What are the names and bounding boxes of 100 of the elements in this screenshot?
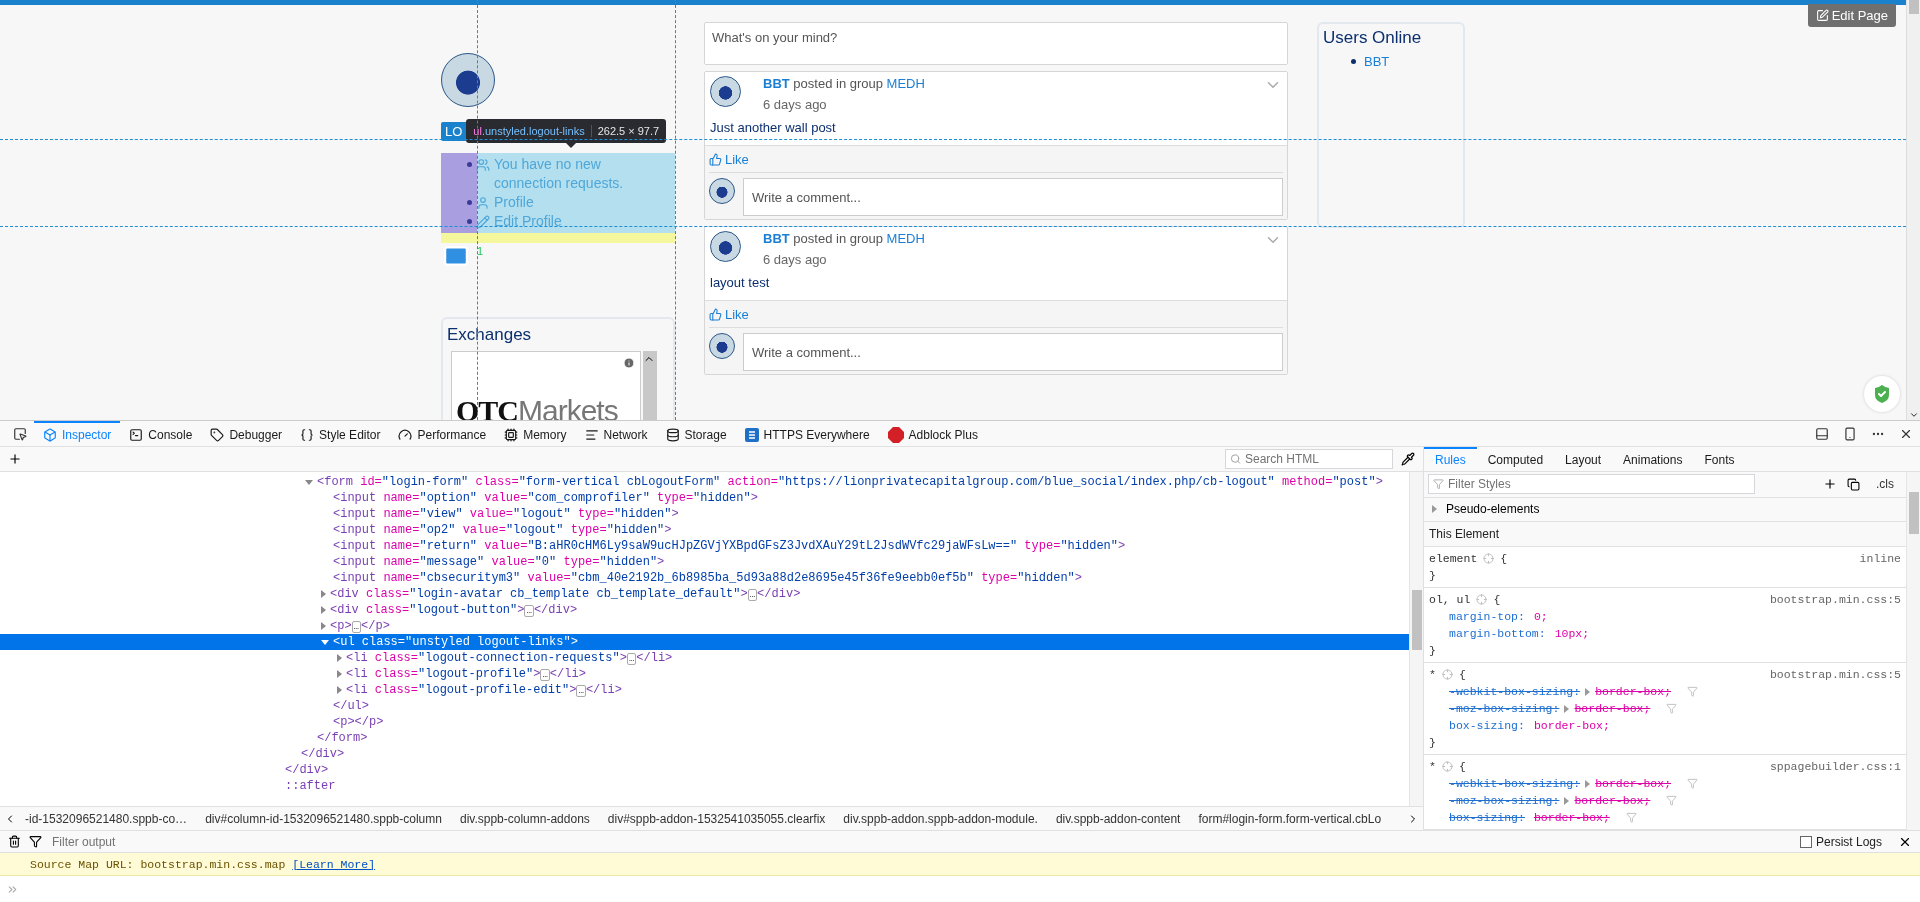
user-link[interactable]: BBT xyxy=(1364,54,1390,69)
css-value[interactable]: 0; xyxy=(1533,610,1548,623)
css-value[interactable]: border-box; xyxy=(1595,777,1672,790)
css-source-link[interactable]: inline xyxy=(1859,552,1901,565)
filter-output-field[interactable]: Filter output xyxy=(50,833,350,850)
filter-icon xyxy=(1433,478,1444,490)
add-icon[interactable] xyxy=(8,452,22,466)
css-property[interactable]: -moz-box-sizing: xyxy=(1449,794,1560,807)
breadcrumb[interactable]: div.sppb-addon-content xyxy=(1046,811,1190,826)
info-icon[interactable] xyxy=(623,357,635,369)
security-badge[interactable] xyxy=(1864,376,1900,412)
logout-button[interactable]: LO xyxy=(441,121,467,141)
sidebar-tab[interactable]: Layout xyxy=(1554,447,1613,471)
persist-logs-option[interactable]: Persist Logs xyxy=(1799,834,1882,849)
crosshair-icon[interactable] xyxy=(1441,761,1453,772)
author-link[interactable]: BBT xyxy=(763,76,790,91)
css-value[interactable]: border-box; xyxy=(1574,702,1651,715)
css-value[interactable]: border-box; xyxy=(1595,685,1672,698)
scrollbar[interactable] xyxy=(1906,0,1920,420)
mail-icon[interactable] xyxy=(443,243,469,269)
pseudo-elements-toggle[interactable]: Pseudo-elements xyxy=(1424,497,1906,523)
css-source-link[interactable]: sppagebuilder.css:1 xyxy=(1769,760,1901,773)
markup-text: </div> xyxy=(285,763,329,777)
expand-triangle-icon[interactable] xyxy=(1564,704,1570,713)
breadcrumb[interactable]: form#login-form.form-vertical.cbLo xyxy=(1189,811,1391,826)
breadcrumb[interactable]: div.sppb-addon.sppb-addon-module. xyxy=(834,811,1047,826)
group-link[interactable]: MEDH xyxy=(886,76,925,91)
sidebar-tab[interactable]: Computed xyxy=(1476,447,1555,471)
database-icon xyxy=(665,427,680,442)
css-property[interactable]: -webkit-box-sizing: xyxy=(1449,685,1581,698)
scroll-down-icon[interactable] xyxy=(1908,410,1919,420)
add-icon[interactable] xyxy=(1823,477,1837,492)
devtools-tab[interactable]: HTTPS Everywhere xyxy=(735,421,879,446)
css-value[interactable]: border-box; xyxy=(1533,811,1610,824)
breadcrumb[interactable]: div#sppb-addon-1532541035055.clearfix xyxy=(598,811,835,826)
scroll-thumb[interactable] xyxy=(1411,590,1422,650)
css-property[interactable]: margin-bottom: xyxy=(1449,627,1546,640)
group-link[interactable]: MEDH xyxy=(886,231,925,246)
expanded-triangle-icon[interactable] xyxy=(305,479,313,485)
devtools-tab[interactable]: Network xyxy=(575,421,657,446)
like-link[interactable]: Like xyxy=(709,305,1283,328)
devtools-tab[interactable]: Storage xyxy=(656,421,736,446)
filter-field[interactable]: Filter Styles xyxy=(1428,474,1755,495)
css-source-link[interactable]: bootstrap.min.css:5 xyxy=(1769,668,1901,681)
sidebar-tab[interactable]: Fonts xyxy=(1693,447,1746,471)
user-icon xyxy=(476,196,490,210)
css-value[interactable]: border-box; xyxy=(1574,794,1651,807)
css-property[interactable]: box-sizing: xyxy=(1449,811,1525,824)
css-selector: element xyxy=(1429,552,1478,565)
copy-icon[interactable] xyxy=(1847,477,1860,491)
css-property[interactable]: -webkit-box-sizing: xyxy=(1449,777,1581,790)
status-field[interactable]: What's on your mind? xyxy=(704,22,1288,65)
breadcrumb[interactable]: -id-1532096521480.sppb-co… xyxy=(16,811,197,826)
sidebar-tab[interactable]: Animations xyxy=(1612,447,1694,471)
card-title: Users Online xyxy=(1323,27,1423,49)
scroll-thumb[interactable] xyxy=(1908,0,1919,14)
crosshair-icon[interactable] xyxy=(1441,669,1453,680)
edit-page-button[interactable]: Edit Page xyxy=(1807,4,1896,27)
expand-triangle-icon[interactable] xyxy=(1585,687,1591,696)
search-icon xyxy=(1230,453,1241,465)
css-value[interactable]: 10px; xyxy=(1554,627,1590,640)
markup-text: <div class="logout-button">…</div> xyxy=(330,603,578,617)
expand-triangle-icon[interactable] xyxy=(1585,779,1591,788)
comment-field[interactable]: Write a comment... xyxy=(743,333,1283,371)
markup-text: <p>…</p> xyxy=(330,619,390,633)
class-toggle-button[interactable]: .cls xyxy=(1870,476,1900,493)
crosshair-icon[interactable] xyxy=(1483,553,1495,564)
devtools-tab[interactable]: Adblock Plus xyxy=(878,421,987,446)
search-field[interactable]: Search HTML xyxy=(1225,449,1393,469)
breadcrumb[interactable]: div#column-id-1532096521480.sppb-column xyxy=(196,811,451,826)
devtools-tab[interactable]: Console xyxy=(120,421,202,446)
author-link[interactable]: BBT xyxy=(763,231,790,246)
expand-triangle-icon[interactable] xyxy=(1564,796,1570,805)
trash-icon[interactable] xyxy=(8,835,21,848)
css-property[interactable]: -moz-box-sizing: xyxy=(1449,702,1560,715)
devtools-tab[interactable]: Style Editor xyxy=(291,421,390,446)
collapsed-triangle-icon[interactable] xyxy=(321,590,326,598)
css-source-link[interactable]: bootstrap.min.css:5 xyxy=(1769,593,1901,606)
collapsed-triangle-icon[interactable] xyxy=(321,606,326,614)
collapsed-triangle-icon[interactable] xyxy=(337,654,342,662)
css-value[interactable]: border-box; xyxy=(1533,719,1610,732)
crosshair-icon[interactable] xyxy=(1476,594,1488,605)
css-property[interactable]: margin-top: xyxy=(1449,610,1525,623)
css-property[interactable]: box-sizing: xyxy=(1449,719,1525,732)
devtools-tab[interactable]: Performance xyxy=(389,421,496,446)
comment-field[interactable]: Write a comment... xyxy=(743,178,1283,216)
checkbox[interactable] xyxy=(1799,835,1812,848)
devtools-tab[interactable]: Debugger xyxy=(201,421,292,446)
highlighted-code-row[interactable]: <ul class="unstyled logout-links"> xyxy=(0,634,1409,650)
devtools-tab[interactable]: Memory xyxy=(495,421,576,446)
collapsed-triangle-icon[interactable] xyxy=(337,670,342,678)
breadcrumb[interactable]: div.sppb-column-addons xyxy=(450,811,599,826)
scroll-thumb[interactable] xyxy=(1908,492,1919,534)
scrollbar[interactable] xyxy=(1906,472,1920,830)
collapsed-triangle-icon[interactable] xyxy=(337,686,342,694)
learn-more-link[interactable]: [Learn More] xyxy=(292,857,376,871)
like-link[interactable]: Like xyxy=(709,150,1283,173)
scrollbar[interactable] xyxy=(1409,472,1423,806)
eyedropper-icon[interactable] xyxy=(1401,452,1415,466)
css-brace: { xyxy=(1458,668,1466,681)
